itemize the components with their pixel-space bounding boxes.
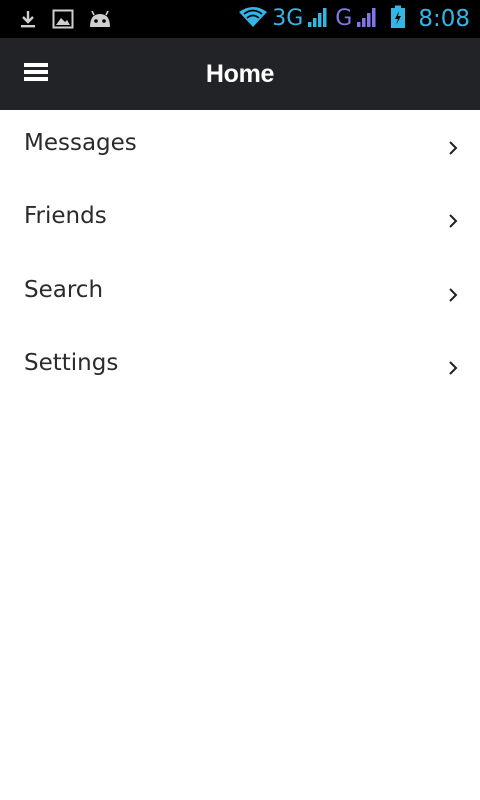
notification-icons (0, 9, 112, 29)
menu-item-search[interactable]: Search (0, 257, 480, 331)
menu-item-label: Settings (24, 350, 119, 377)
hamburger-icon (24, 62, 48, 87)
menu-item-label: Search (24, 276, 104, 303)
image-icon (52, 9, 74, 29)
menu-item-settings[interactable]: Settings (0, 331, 480, 405)
android-icon (88, 9, 112, 29)
menu-item-messages[interactable]: Messages (0, 110, 480, 184)
download-icon (18, 9, 38, 29)
secondary-network-type-label: G (335, 6, 353, 31)
clock: 8:08 (418, 5, 470, 32)
signal-strength-icon (307, 6, 329, 33)
wifi-icon (238, 5, 268, 34)
menu-item-friends[interactable]: Friends (0, 184, 480, 258)
action-bar: Home (0, 38, 480, 110)
chevron-right-icon (448, 361, 458, 375)
status-bar: 3G G 8:08 (0, 0, 480, 38)
system-indicators: 3G G 8:08 (238, 5, 480, 34)
menu-list: Messages Friends Search Settings (0, 110, 480, 404)
network-type-label: 3G (272, 6, 304, 31)
menu-item-label: Friends (24, 203, 107, 230)
page-title: Home (205, 59, 275, 88)
chevron-right-icon (448, 214, 458, 228)
battery-charging-icon (390, 5, 406, 34)
chevron-right-icon (448, 288, 458, 302)
menu-item-label: Messages (24, 129, 137, 156)
secondary-signal-strength-icon (356, 6, 378, 33)
menu-button[interactable] (18, 56, 54, 92)
chevron-right-icon (448, 141, 458, 155)
